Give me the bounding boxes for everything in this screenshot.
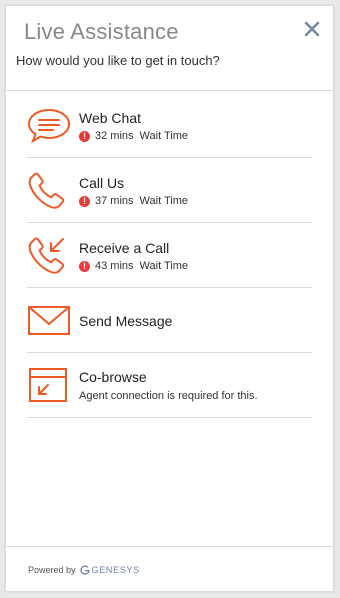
option-note: Agent connection is required for this. xyxy=(79,390,258,402)
wait-label: Wait Time xyxy=(139,195,189,207)
envelope-icon xyxy=(28,306,70,335)
wait-label: Wait Time xyxy=(139,260,189,272)
panel-header: Live Assistance How would you like to ge… xyxy=(6,6,333,91)
option-label: Call Us xyxy=(79,175,125,191)
wait-label: Wait Time xyxy=(139,130,189,142)
powered-by[interactable]: Powered by GENESYS xyxy=(28,565,140,575)
alert-icon: ! xyxy=(79,130,90,142)
powered-by-label: Powered by xyxy=(28,565,76,575)
option-cobrowse[interactable]: Co-browse Agent connection is required f… xyxy=(27,353,312,418)
live-assistance-panel: Live Assistance How would you like to ge… xyxy=(5,5,334,592)
phone-incoming-icon xyxy=(28,237,65,274)
close-icon[interactable] xyxy=(303,20,321,38)
option-web-chat[interactable]: Web Chat ! 32 mins Wait Time xyxy=(27,93,312,158)
contact-options-list: Web Chat ! 32 mins Wait Time Call Us ! 3… xyxy=(27,93,312,418)
phone-icon xyxy=(28,172,65,209)
page-title: Live Assistance xyxy=(24,19,179,44)
chat-bubble-icon xyxy=(27,108,71,144)
option-label: Web Chat xyxy=(79,110,141,126)
wait-time: ! 32 mins Wait Time xyxy=(79,130,188,142)
alert-icon: ! xyxy=(79,260,90,272)
alert-icon: ! xyxy=(79,195,90,207)
option-receive-call[interactable]: Receive a Call ! 43 mins Wait Time xyxy=(27,223,312,288)
panel-footer: Powered by GENESYS xyxy=(6,546,333,591)
option-label: Co-browse xyxy=(79,369,147,385)
option-send-message[interactable]: Send Message xyxy=(27,288,312,353)
cobrowse-icon xyxy=(29,368,67,402)
wait-time: ! 37 mins Wait Time xyxy=(79,195,188,207)
genesys-brand: GENESYS xyxy=(91,565,140,575)
page-subtitle: How would you like to get in touch? xyxy=(16,53,220,68)
wait-mins: 37 mins xyxy=(95,195,134,207)
option-call-us[interactable]: Call Us ! 37 mins Wait Time xyxy=(27,158,312,223)
wait-mins: 43 mins xyxy=(95,260,134,272)
wait-mins: 32 mins xyxy=(95,130,134,142)
option-label: Receive a Call xyxy=(79,240,170,256)
wait-time: ! 43 mins Wait Time xyxy=(79,260,188,272)
genesys-logo-icon xyxy=(79,565,90,575)
option-label: Send Message xyxy=(79,313,173,329)
